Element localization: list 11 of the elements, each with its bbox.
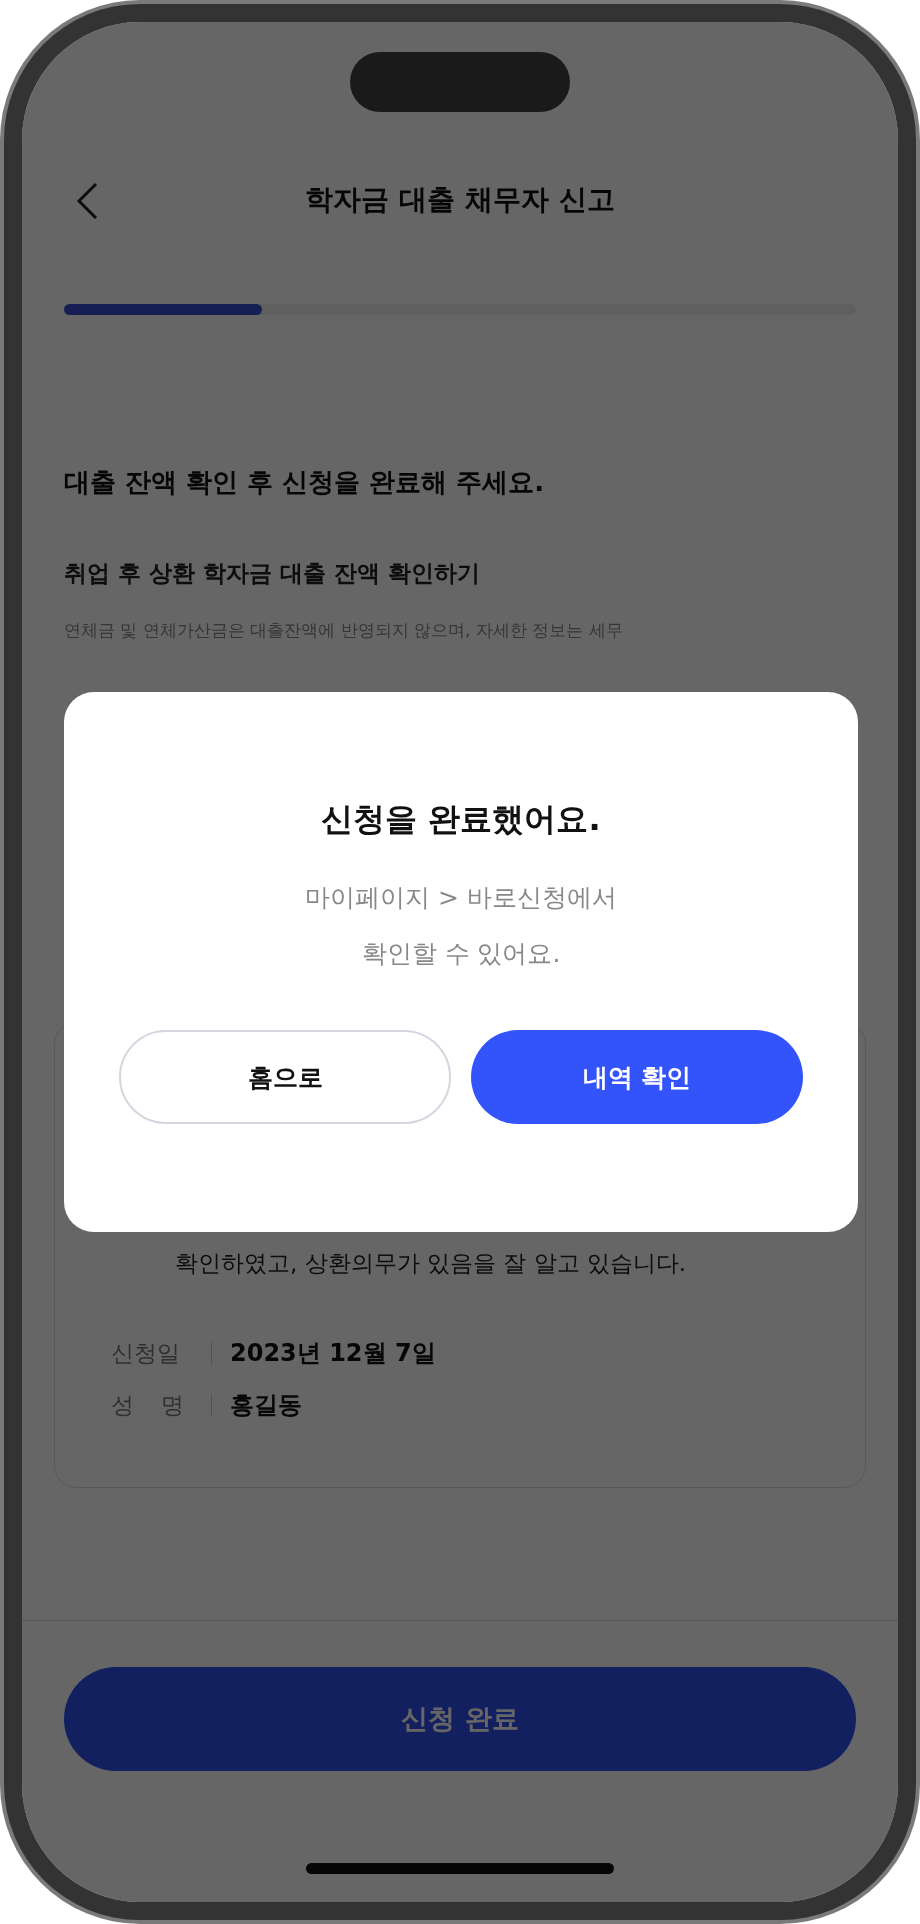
history-button[interactable]: 내역 확인 (471, 1030, 803, 1124)
dialog-title: 신청을 완료했어요. (321, 799, 601, 840)
section-title: 취업 후 상환 학자금 대출 잔액 확인하기 (64, 559, 482, 588)
field-value: 홍길동 (230, 1390, 302, 1421)
back-icon[interactable] (76, 182, 98, 220)
field-value: 2023년 12월 7일 (230, 1338, 436, 1369)
home-button[interactable]: 홈으로 (119, 1030, 451, 1124)
dialog-message: 마이페이지 > 바로신청에서 확인할 수 있어요. (305, 882, 617, 970)
statement-text: 확인하였고, 상환의무가 있음을 잘 알고 있습니다. (175, 1249, 688, 1278)
page-title: 학자금 대출 채무자 신고 (305, 182, 615, 218)
instruction-heading: 대출 잔액 확인 후 신청을 완료해 주세요. (64, 466, 546, 499)
